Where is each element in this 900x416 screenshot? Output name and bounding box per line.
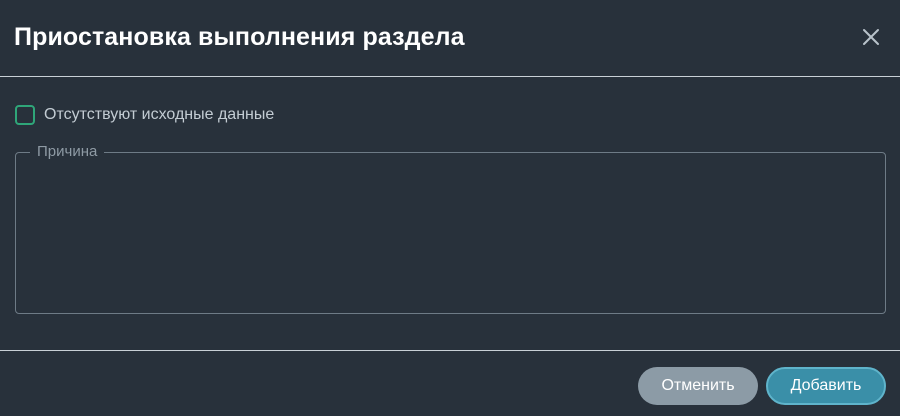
cancel-button[interactable]: Отменить [638, 367, 758, 405]
close-button[interactable] [858, 24, 884, 50]
dialog-title: Приостановка выполнения раздела [14, 23, 465, 51]
dialog-body: Отсутствуют исходные данные Причина [0, 78, 900, 350]
dialog-footer: Отменить Добавить [0, 350, 900, 416]
suspend-section-dialog: Приостановка выполнения раздела Отсутств… [0, 0, 900, 416]
add-button[interactable]: Добавить [766, 367, 886, 405]
no-source-data-checkbox[interactable] [15, 105, 35, 125]
no-source-data-label: Отсутствуют исходные данные [44, 106, 275, 123]
no-source-data-option[interactable]: Отсутствуют исходные данные [15, 105, 274, 125]
dialog-header: Приостановка выполнения раздела [0, 0, 900, 77]
close-icon [863, 29, 879, 45]
reason-textarea[interactable] [16, 153, 885, 313]
reason-field[interactable]: Причина [15, 143, 886, 314]
